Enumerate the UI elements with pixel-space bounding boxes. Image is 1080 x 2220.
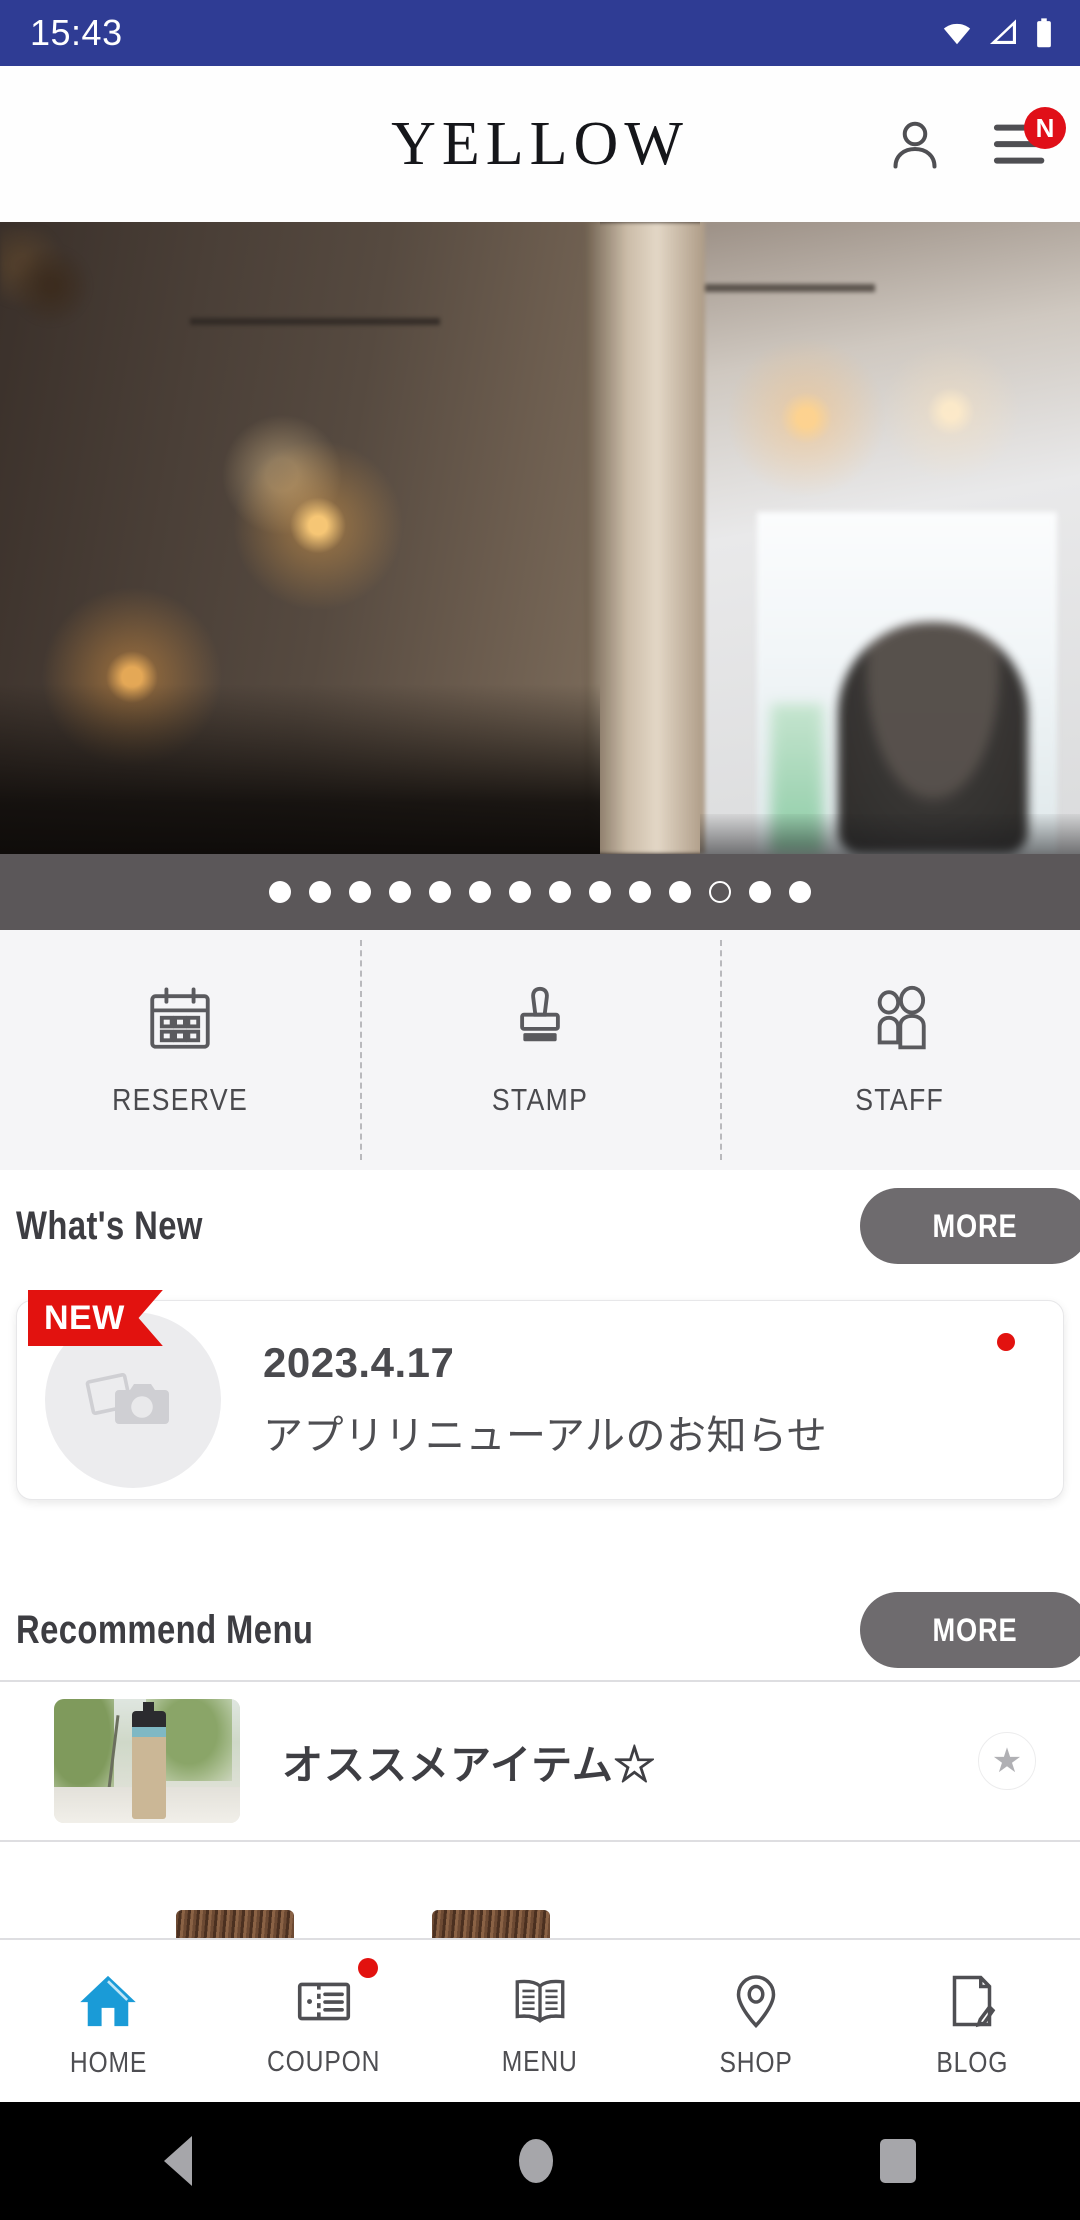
- people-icon: [877, 985, 926, 1050]
- quick-action-stamp[interactable]: STAMP: [360, 930, 720, 1170]
- hero-image: [0, 222, 1080, 854]
- back-triangle-icon[interactable]: [163, 2136, 192, 2186]
- person-icon: [893, 121, 937, 169]
- carousel-dot[interactable]: [549, 881, 571, 903]
- quick-action-label: STAMP: [491, 1082, 589, 1117]
- menu-list-item[interactable]: オススメアイテム☆ ★: [0, 1682, 1080, 1840]
- carousel-dot[interactable]: [509, 881, 531, 903]
- carousel-dot[interactable]: [269, 881, 291, 903]
- quick-action-label: STAFF: [855, 1082, 945, 1117]
- bottom-navigation: HOME COUPON MENU SHOP BLOG: [0, 1938, 1080, 2102]
- nav-item-shop[interactable]: SHOP: [648, 1940, 864, 2102]
- nav-label: SHOP: [719, 2046, 793, 2079]
- app-header: YELLOW N: [0, 66, 1080, 222]
- nav-label: MENU: [502, 2045, 578, 2078]
- book-icon: [515, 1979, 565, 2023]
- carousel-pagination[interactable]: [0, 854, 1080, 930]
- menu-item-thumbnail: [54, 1699, 240, 1823]
- news-thumbnail: NEW: [28, 1290, 221, 1488]
- more-label: MORE: [932, 1611, 1018, 1648]
- home-circle-icon[interactable]: [518, 2139, 553, 2183]
- quick-actions-row: RESERVE STAMP STAFF: [0, 930, 1080, 1170]
- carousel-dot[interactable]: [669, 881, 691, 903]
- news-card[interactable]: NEW 2023.4.17 アプリリニューアルのお知らせ: [16, 1290, 1064, 1500]
- nav-label: COUPON: [267, 2045, 381, 2078]
- menu-item-title: オススメアイテム☆: [282, 1742, 656, 1788]
- carousel-dot[interactable]: [709, 881, 731, 903]
- new-ribbon-badge: NEW: [28, 1290, 163, 1346]
- map-pin-icon: [736, 1974, 776, 2028]
- whats-new-more-button[interactable]: MORE: [860, 1188, 1080, 1264]
- account-button[interactable]: [882, 111, 948, 177]
- news-date: 2023.4.17: [263, 1339, 455, 1386]
- status-bar: 15:43: [0, 0, 1080, 66]
- carousel-dot[interactable]: [429, 881, 451, 903]
- carousel-dot[interactable]: [629, 881, 651, 903]
- hamburger-menu-button[interactable]: N: [990, 107, 1066, 177]
- carousel-dot[interactable]: [789, 881, 811, 903]
- menu-item-thumbnail: [432, 1910, 550, 1938]
- nav-item-blog[interactable]: BLOG: [864, 1940, 1080, 2102]
- battery-icon: [1037, 17, 1051, 47]
- status-icons: [938, 17, 1054, 50]
- quick-action-staff[interactable]: STAFF: [720, 930, 1080, 1170]
- carousel-dot[interactable]: [309, 881, 331, 903]
- whats-new-title: What's New: [16, 1203, 203, 1248]
- carousel-dot[interactable]: [589, 881, 611, 903]
- menu-divider-bottom: [0, 1840, 1080, 1842]
- nav-label: HOME: [69, 2046, 147, 2079]
- menu-list-item-partial[interactable]: [0, 1896, 1080, 1938]
- quick-action-label: RESERVE: [112, 1082, 248, 1117]
- menu-notification-badge: N: [1024, 107, 1066, 149]
- carousel-dot[interactable]: [349, 881, 371, 903]
- whats-new-section-header: What's New MORE: [0, 1178, 1080, 1274]
- android-navigation-bar: [0, 2102, 1080, 2220]
- calendar-icon: [150, 987, 210, 1049]
- recommend-menu-title: Recommend Menu: [16, 1607, 314, 1652]
- app-root: 15:43 YELLOW N RESERVE STAMP STAFF What'…: [0, 0, 1080, 2220]
- coupon-badge-dot: [358, 1958, 378, 1978]
- nav-label: BLOG: [936, 2046, 1008, 2079]
- image-placeholder-icon: [85, 1372, 169, 1424]
- news-title: アプリリニューアルのお知らせ: [263, 1414, 828, 1458]
- news-unread-dot: [997, 1333, 1015, 1351]
- carousel-dot[interactable]: [469, 881, 491, 903]
- stamp-icon: [520, 986, 560, 1042]
- cellular-signal-icon: [989, 19, 1016, 44]
- nav-item-menu[interactable]: MENU: [432, 1940, 648, 2102]
- news-text: 2023.4.17 アプリリニューアルのお知らせ: [263, 1339, 827, 1461]
- recents-square-icon[interactable]: [880, 2139, 917, 2183]
- recommend-menu-more-button[interactable]: MORE: [860, 1592, 1080, 1668]
- menu-item-thumbnail: [176, 1910, 294, 1938]
- status-time: 15:43: [30, 12, 123, 53]
- home-icon: [80, 1975, 136, 2026]
- recommend-menu-section-header: Recommend Menu MORE: [0, 1582, 1080, 1678]
- nav-item-home[interactable]: HOME: [0, 1940, 216, 2102]
- quick-action-reserve[interactable]: RESERVE: [0, 930, 360, 1170]
- ticket-icon: [297, 1982, 351, 2020]
- nav-item-coupon[interactable]: COUPON: [216, 1940, 432, 2102]
- carousel-dot[interactable]: [389, 881, 411, 903]
- carousel-dot[interactable]: [749, 881, 771, 903]
- hero-carousel-image[interactable]: [0, 222, 1080, 854]
- header-actions: N: [882, 107, 1066, 177]
- wifi-icon: [943, 23, 971, 45]
- more-label: MORE: [932, 1207, 1018, 1244]
- star-icon[interactable]: ★: [978, 1732, 1036, 1790]
- document-pen-icon: [952, 1975, 996, 2027]
